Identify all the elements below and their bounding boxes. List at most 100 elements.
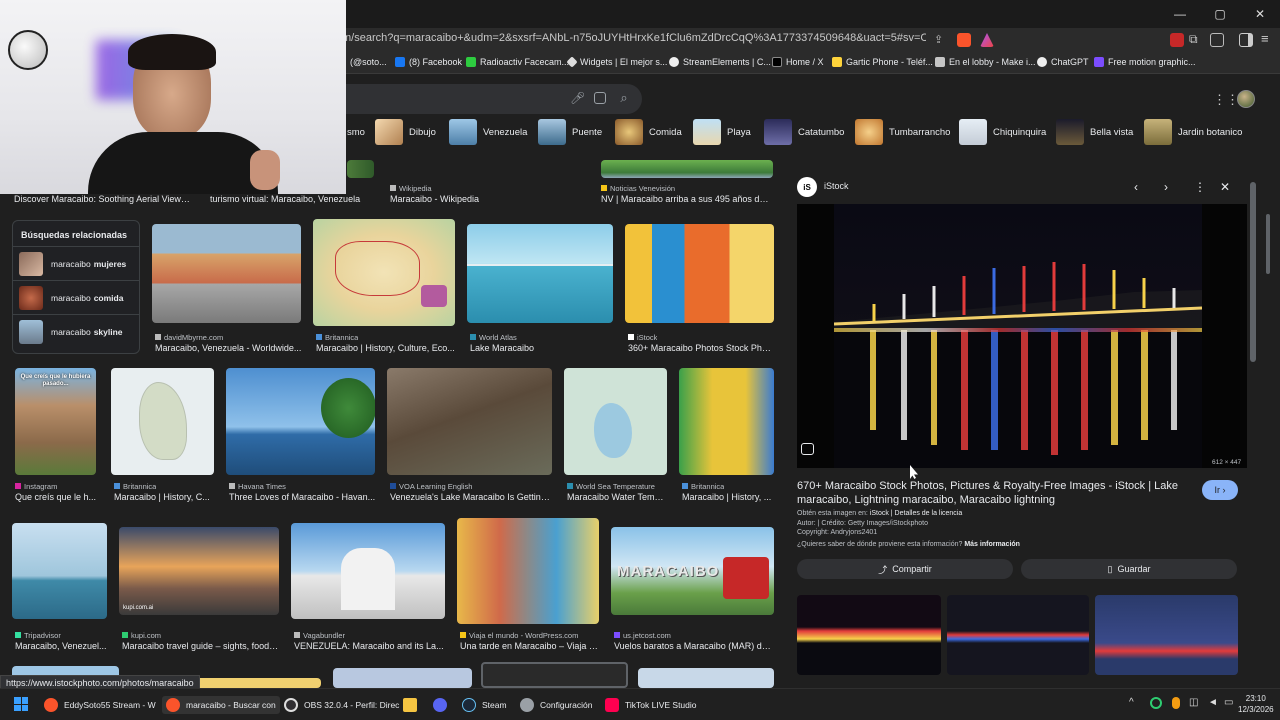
share-page-icon[interactable]: ⇪ — [934, 33, 943, 46]
result-image[interactable] — [152, 224, 301, 323]
panel-menu-button[interactable]: ⋮ — [1194, 180, 1206, 194]
taskbar-item[interactable]: Steam — [462, 696, 507, 714]
panel-site-name[interactable]: iStock — [824, 181, 849, 191]
result-image[interactable] — [564, 368, 667, 475]
search-icon[interactable]: ⌕ — [617, 91, 631, 105]
chip-chiquinquira[interactable]: Chiquinquira — [959, 119, 1046, 145]
volume-icon[interactable]: ◄ — [1208, 697, 1218, 708]
result-title[interactable]: Maracaibo - Wikipedia — [390, 194, 580, 204]
result-title[interactable]: Lake Maracaibo — [470, 343, 610, 353]
result-image[interactable] — [679, 368, 774, 475]
result-image[interactable] — [467, 224, 613, 323]
menu-icon[interactable]: ≡ — [1261, 31, 1269, 46]
result-title[interactable]: turismo virtual: Maracaibo, Venezuela — [210, 194, 380, 204]
result-image[interactable] — [457, 518, 599, 624]
chip-puente[interactable]: Puente — [538, 119, 602, 145]
result-image[interactable] — [111, 368, 214, 475]
maximize-button[interactable]: ▢ — [1200, 0, 1240, 28]
result-title[interactable]: Maracaibo, Venezuela - Worldwide... — [155, 343, 302, 353]
license-link[interactable]: iStock | Detalles de la licencia — [870, 510, 962, 517]
bookmark-item[interactable]: StreamElements | C... — [669, 57, 771, 67]
chip-jardin-botanico[interactable]: Jardin botanico — [1144, 119, 1242, 145]
result-title[interactable]: Vuelos baratos a Maracaibo (MAR) de ... — [614, 641, 774, 651]
taskbar-item[interactable]: TikTok LIVE Studio — [605, 696, 697, 714]
result-image[interactable]: MARACAIBO — [611, 527, 774, 615]
result-image[interactable] — [12, 523, 107, 619]
chip-venezuela[interactable]: Venezuela — [449, 119, 527, 145]
panel-main-image[interactable] — [834, 204, 1202, 468]
lens-search-icon[interactable] — [801, 443, 814, 455]
result-image[interactable]: Que creís que le hubiera pasado... — [15, 368, 96, 475]
visit-button[interactable]: Ir › — [1202, 480, 1238, 500]
next-image-button[interactable]: › — [1164, 180, 1168, 194]
taskbar-item[interactable]: Configuración — [520, 696, 592, 714]
panel-title[interactable]: 670+ Maracaibo Stock Photos, Pictures & … — [797, 479, 1182, 507]
save-button[interactable]: ▯ Guardar — [1021, 559, 1237, 579]
close-panel-button[interactable]: ✕ — [1220, 180, 1230, 194]
result-image[interactable] — [226, 368, 375, 475]
chip-comida[interactable]: Comida — [615, 119, 682, 145]
battery-icon[interactable]: ▭ — [1224, 697, 1233, 708]
result-title[interactable]: Three Loves of Maracaibo - Havan... — [229, 492, 376, 502]
result-title[interactable]: Maracaibo Water Temp... — [567, 492, 667, 502]
microphone-tray-icon[interactable] — [1172, 697, 1180, 709]
result-title[interactable]: Maracaibo, Venezuel... — [15, 641, 107, 651]
related-image[interactable] — [947, 595, 1089, 675]
taskbar-item-discord[interactable] — [433, 696, 453, 714]
result-image[interactable] — [291, 523, 445, 619]
share-button[interactable]: ⤴ Compartir — [797, 559, 1013, 579]
extension-red-icon[interactable] — [1170, 33, 1184, 47]
bookmark-item[interactable]: ChatGPT — [1037, 57, 1089, 67]
taskbar-item[interactable]: OBS 32.0.4 - Perfil: Direc — [284, 696, 399, 714]
bookmark-item[interactable]: (@soto... — [350, 57, 387, 67]
downloads-icon[interactable] — [1210, 33, 1224, 47]
result-image[interactable] — [601, 160, 773, 178]
bookmark-item[interactable]: Gartic Phone - Teléf... — [832, 57, 933, 67]
result-image[interactable] — [333, 668, 472, 688]
taskbar-item-active[interactable]: maracaibo - Buscar con — [162, 696, 280, 714]
page-scrollbar-thumb[interactable] — [1266, 214, 1270, 274]
taskbar-item-explorer[interactable] — [403, 696, 423, 714]
result-image[interactable] — [481, 662, 628, 688]
result-title[interactable]: VENEZUELA: Maracaibo and its La... — [294, 641, 445, 651]
related-item[interactable]: maracaibo comida — [13, 280, 139, 314]
lens-icon[interactable] — [594, 92, 606, 104]
microphone-icon[interactable]: 🎤︎ — [570, 91, 585, 105]
extensions-icon[interactable]: ⧉ — [1189, 32, 1198, 47]
related-image[interactable] — [1095, 595, 1238, 675]
result-image[interactable] — [387, 368, 552, 475]
result-title[interactable]: Una tarde en Maracaibo – Viaja e... — [460, 641, 599, 651]
result-title[interactable]: Discover Maracaibo: Soothing Aerial View… — [14, 194, 194, 204]
result-title[interactable]: Que creís que le h... — [15, 492, 97, 502]
chip-smo[interactable]: smo — [347, 119, 365, 145]
brave-shield-icon[interactable] — [957, 33, 971, 47]
sync-icon[interactable] — [1150, 697, 1162, 709]
related-item[interactable]: maracaibo mujeres — [13, 246, 139, 280]
chip-dibujo[interactable]: Dibujo — [375, 119, 436, 145]
result-title[interactable]: Maracaibo | History, Culture, Eco... — [316, 343, 456, 353]
bookmark-item[interactable]: Widgets | El mejor s... — [566, 56, 667, 68]
bookmark-item[interactable]: Home / X — [772, 57, 824, 67]
chip-tumbarrancho[interactable]: Tumbarrancho — [855, 119, 950, 145]
minimize-button[interactable]: — — [1160, 0, 1200, 28]
sidebar-toggle-icon[interactable] — [1239, 33, 1253, 47]
bookmark-item[interactable]: Radioactiv Facecam... — [466, 57, 569, 67]
related-image[interactable] — [797, 595, 941, 675]
result-title[interactable]: Venezuela's Lake Maracaibo Is Getting... — [390, 492, 552, 502]
start-button-icon[interactable] — [14, 697, 28, 711]
result-title[interactable]: Maracaibo | History, ... — [682, 492, 774, 502]
result-title[interactable]: Maracaibo | History, C... — [114, 492, 214, 502]
chip-bella-vista[interactable]: Bella vista — [1056, 119, 1133, 145]
tray-chevron-icon[interactable]: ^ — [1129, 697, 1134, 708]
result-image[interactable] — [638, 668, 774, 688]
chip-playa[interactable]: Playa — [693, 119, 751, 145]
result-image[interactable] — [625, 224, 774, 323]
network-icon[interactable]: ◫ — [1189, 697, 1198, 708]
bookmark-item[interactable]: (8) Facebook — [395, 57, 462, 67]
result-image[interactable] — [347, 160, 374, 178]
result-title[interactable]: NV | Maracaibo arriba a sus 495 años de … — [601, 194, 773, 204]
bookmark-item[interactable]: En el lobby - Make i... — [935, 57, 1036, 67]
result-title[interactable]: Maracaibo travel guide – sights, food ..… — [122, 641, 279, 651]
close-window-button[interactable]: ✕ — [1240, 0, 1280, 28]
taskbar-clock[interactable]: 23:10 12/3/2026 — [1238, 693, 1274, 715]
